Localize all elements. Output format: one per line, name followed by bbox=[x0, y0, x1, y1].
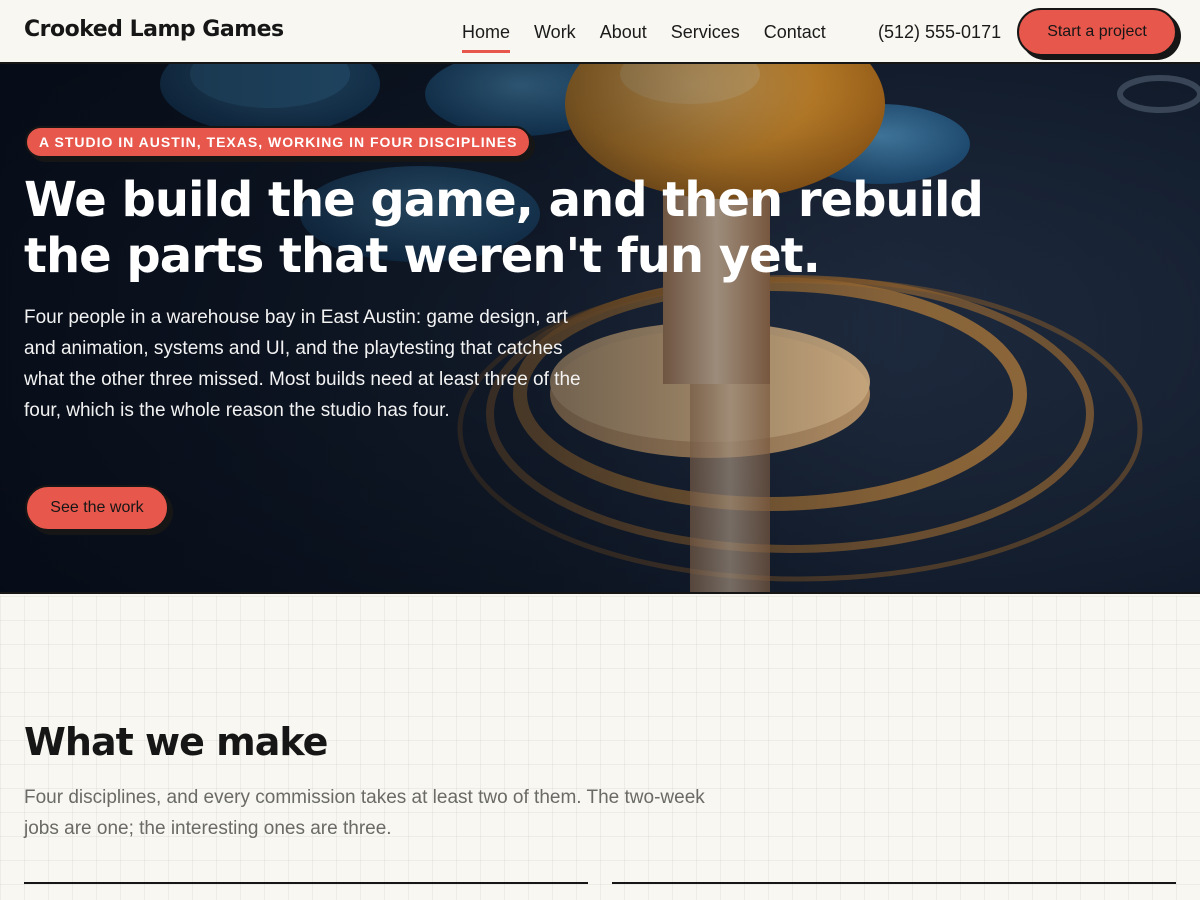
nav-link-contact[interactable]: Contact bbox=[764, 0, 826, 64]
site-logo[interactable]: Crooked Lamp Games bbox=[24, 17, 284, 42]
what-we-make-section: What we make Four disciplines, and every… bbox=[0, 596, 1200, 900]
phone-link[interactable]: (512) 555-0171 bbox=[878, 0, 1001, 64]
hero-description: Four people in a warehouse bay in East A… bbox=[24, 307, 581, 421]
section-description: Four disciplines, and every commission t… bbox=[24, 787, 705, 839]
main-nav: Home Work About Services Contact bbox=[462, 0, 850, 64]
nav-link-home[interactable]: Home bbox=[462, 0, 511, 64]
hero-section: A STUDIO IN AUSTIN, TEXAS, WORKING IN FO… bbox=[0, 64, 1200, 594]
nav-link-work[interactable]: Work bbox=[534, 0, 576, 64]
hero-title: We build the game, and then rebuild the … bbox=[24, 172, 984, 284]
card-divider-left bbox=[24, 882, 588, 884]
section-title: What we make bbox=[24, 720, 328, 764]
nav-link-about[interactable]: About bbox=[600, 0, 647, 64]
hero-tagline-badge: A STUDIO IN AUSTIN, TEXAS, WORKING IN FO… bbox=[25, 126, 532, 158]
site-header: Crooked Lamp Games Home Work About Servi… bbox=[0, 0, 1200, 64]
card-divider-right bbox=[612, 882, 1176, 884]
start-project-button[interactable]: Start a project bbox=[1017, 8, 1177, 56]
nav-link-services[interactable]: Services bbox=[671, 0, 740, 64]
see-work-button[interactable]: See the work bbox=[25, 485, 169, 531]
